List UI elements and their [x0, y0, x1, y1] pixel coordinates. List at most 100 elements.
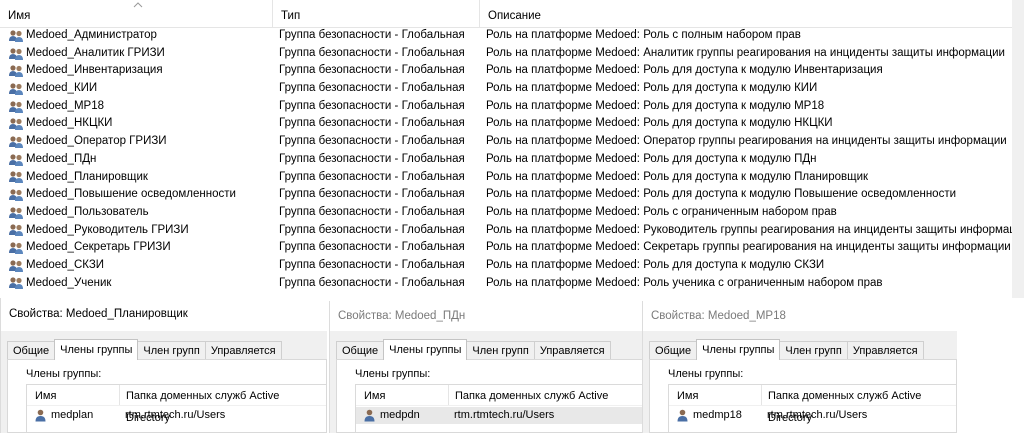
tab-managed-by[interactable]: Управляется: [533, 341, 611, 360]
cell-description: Роль на платформе Medoed: Секретарь груп…: [486, 241, 1011, 254]
column-header-name[interactable]: Имя: [35, 385, 56, 407]
column-header-name[interactable]: Имя: [364, 385, 385, 407]
group-name: Medoed_КИИ: [26, 82, 98, 95]
tab-general[interactable]: Общие: [7, 341, 56, 360]
list-row[interactable]: Medoed_Инвентаризация Группа безопасности…: [0, 62, 1012, 80]
dialog-title: Свойства: Medoed_Планировщик: [1, 298, 327, 331]
cell-name: Medoed_НКЦКИ: [8, 115, 112, 133]
table-row[interactable]: medmp18 rtm.rtmtech.ru/Users: [669, 407, 956, 424]
tab-strip: Общие Члены группы Член групп Управляется: [336, 339, 611, 360]
tab-managed-by[interactable]: Управляется: [204, 341, 282, 360]
members-table: Имя Папка доменных служб Active Directory…: [355, 384, 642, 432]
cell-name: Medoed_ПДн: [8, 151, 96, 169]
list-row[interactable]: Medoed_Повышение осведомленности Группа б…: [0, 186, 1012, 204]
tab-members[interactable]: Члены группы: [696, 339, 781, 360]
tab-general[interactable]: Общие: [336, 341, 385, 360]
table-row[interactable]: medpdn rtm.rtmtech.ru/Users: [356, 407, 642, 424]
group-name: Medoed_Администратор: [26, 29, 157, 41]
list-row[interactable]: Medoed_СКЗИ Группа безопасности - Глобаль…: [0, 257, 1012, 275]
member-name-cell: medpdn: [364, 407, 420, 424]
cell-name: Medoed_Аналитик ГРИЗИ: [8, 45, 165, 63]
tab-managed-by[interactable]: Управляется: [846, 341, 924, 360]
members-table-header: Имя Папка доменных служб Active Directory: [669, 385, 956, 424]
list-row[interactable]: Medoed_Ученик Группа безопасности - Глоба…: [0, 275, 1012, 293]
properties-dialog-planner: Свойства: Medoed_Планировщик Общие Члены г…: [0, 298, 327, 433]
column-header-ad-folder[interactable]: Папка доменных служб Active Directory: [448, 385, 642, 424]
member-name: medpdn: [380, 409, 420, 421]
cell-type: Группа безопасности - Глобальная: [279, 258, 465, 271]
column-header-ad-folder[interactable]: Папка доменных служб Active Directory: [761, 385, 956, 424]
cell-name: Medoed_Повышение осведомленности: [8, 186, 236, 204]
user-icon: [677, 409, 688, 422]
tab-member-of[interactable]: Член групп: [466, 341, 535, 360]
list-row[interactable]: Medoed_Руководитель ГРИЗИ Группа безопасн…: [0, 222, 1024, 240]
group-name: Medoed_Инвентаризация: [26, 64, 163, 77]
group-icon: [9, 83, 23, 95]
tab-member-of[interactable]: Член групп: [137, 341, 206, 360]
members-table-header: Имя Папка доменных служб Active Directory: [27, 385, 326, 424]
cell-description: Роль на платформе Medoed: Роль для досту…: [486, 117, 833, 130]
dialog-title: Свойства: Medoed_ПДн: [330, 301, 643, 331]
properties-dialog-mr18: Свойства: Medoed_МР18 Общие Члены группы Чл…: [642, 301, 957, 433]
group-name: Medoed_Аналитик ГРИЗИ: [26, 46, 165, 59]
member-folder: rtm.rtmtech.ru/Users: [767, 409, 868, 421]
list-row[interactable]: Medoed_Планировщик Группа безопасности - …: [0, 169, 1012, 187]
column-header-name[interactable]: Имя: [677, 385, 698, 407]
tab-strip: Общие Члены группы Член групп Управляется: [649, 339, 924, 360]
column-header-ad-folder[interactable]: Папка доменных служб Active Directory: [119, 385, 326, 424]
properties-dialog-pdn: Свойства: Medoed_ПДн Общие Члены группы Чле…: [329, 301, 643, 433]
cell-type: Группа безопасности - Глобальная: [279, 223, 465, 236]
cell-description: Роль на платформе Medoed: Роль для досту…: [486, 188, 957, 201]
members-label: Члены группы:: [668, 368, 744, 380]
tab-panel-members: Члены группы: Имя Папка доменных служб Act…: [336, 359, 643, 433]
cell-type: Группа безопасности - Глобальная: [279, 29, 465, 41]
tab-members[interactable]: Члены группы: [383, 339, 468, 360]
group-icon: [9, 224, 23, 237]
member-folder: rtm.rtmtech.ru/Users: [454, 409, 555, 421]
column-header-name[interactable]: Имя: [0, 0, 272, 27]
tab-general[interactable]: Общие: [649, 341, 698, 360]
table-row[interactable]: medplan rtm.rtmtech.ru/Users: [27, 407, 326, 424]
list-row[interactable]: Medoed_Администратор Группа безопасности …: [0, 27, 1012, 45]
group-icon: [9, 65, 23, 78]
group-name: Medoed_МР18: [26, 99, 104, 112]
group-name: Medoed_Ученик: [26, 276, 112, 289]
list-row[interactable]: Medoed_КИИ Группа безопасности - Глобальн…: [0, 80, 1012, 98]
list-row[interactable]: Medoed_НКЦКИ Группа безопасности - Глобал…: [0, 115, 1012, 133]
cell-name: Medoed_СКЗИ: [8, 257, 104, 275]
list-row[interactable]: Medoed_МР18 Группа безопасности - Глобаль…: [0, 98, 1012, 116]
cell-type: Группа безопасности - Глобальная: [279, 241, 465, 254]
member-name: medmp18: [693, 409, 742, 421]
group-icon: [9, 100, 23, 113]
list-row[interactable]: Medoed_ПДн Группа безопасности - Глобальн…: [0, 151, 1012, 169]
members-table: Имя Папка доменных служб Active Directory…: [26, 384, 326, 432]
list-row[interactable]: Medoed_Аналитик ГРИЗИ Группа безопасности…: [0, 45, 1012, 63]
group-icon: [9, 277, 23, 290]
tab-members[interactable]: Члены группы: [54, 339, 139, 360]
members-table: Имя Папка доменных служб Active Directory…: [668, 384, 956, 432]
list-row[interactable]: Medoed_Секретарь ГРИЗИ Группа безопасност…: [0, 239, 1012, 257]
group-icon: [9, 118, 23, 131]
column-header-type[interactable]: Тип: [272, 0, 479, 27]
members-label: Члены группы:: [355, 368, 431, 380]
list-row[interactable]: Medoed_Пользователь Группа безопасности -…: [0, 204, 1012, 222]
cell-name: Medoed_Администратор: [8, 27, 157, 45]
group-icon: [9, 154, 23, 166]
cell-type: Группа безопасности - Глобальная: [279, 135, 465, 148]
cell-name: Medoed_Инвентаризация: [8, 62, 163, 80]
cell-name: Medoed_Секретарь ГРИЗИ: [8, 239, 171, 257]
member-name-cell: medplan: [35, 407, 93, 424]
group-name: Medoed_НКЦКИ: [26, 117, 113, 130]
cell-name: Medoed_Планировщик: [8, 169, 148, 187]
cell-name: Medoed_МР18: [8, 98, 104, 116]
column-header-description[interactable]: Описание: [479, 0, 1012, 27]
group-name: Medoed_Пользователь: [26, 205, 149, 218]
group-name: Medoed_ПДн: [26, 152, 97, 165]
tab-member-of[interactable]: Член групп: [779, 341, 848, 360]
vertical-scrollbar[interactable]: [1012, 0, 1024, 298]
cell-type: Группа безопасности - Глобальная: [279, 46, 465, 59]
cell-type: Группа безопасности - Глобальная: [279, 64, 465, 77]
list-row[interactable]: Medoed_Оператор ГРИЗИ Группа безопасности…: [0, 133, 1012, 151]
cell-type: Группа безопасности - Глобальная: [279, 152, 465, 165]
tab-strip: Общие Члены группы Член групп Управляется: [7, 339, 282, 360]
